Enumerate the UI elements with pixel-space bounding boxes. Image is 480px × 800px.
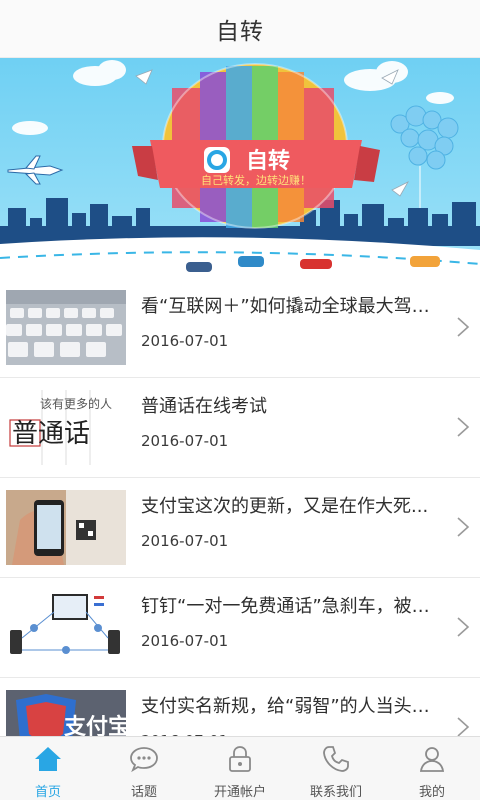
tab-home[interactable]: 首页 xyxy=(0,737,96,800)
tab-label: 联系我们 xyxy=(309,785,362,800)
thumbnail-overlay-text: 该有更多的人 xyxy=(40,396,112,411)
phone-icon xyxy=(320,743,352,775)
tab-label: 首页 xyxy=(34,785,61,800)
news-thumbnail-putonghua: 该有更多的人 普通话 xyxy=(6,390,126,465)
tab-label: 我的 xyxy=(418,785,445,800)
bottom-tab-bar: 首页 话题 开通帐户 联系我们 我的 xyxy=(0,736,480,800)
news-thumbnail-cars xyxy=(6,290,126,365)
page-title: 自转 xyxy=(216,18,264,45)
banner-slogan: 自己转发，边转边赚！ xyxy=(201,173,311,187)
tab-contact-us[interactable]: 联系我们 xyxy=(288,737,384,800)
news-date: 2016-07-01 xyxy=(141,432,229,450)
chevron-right-icon xyxy=(457,417,470,437)
news-title: 看“互联网＋”如何撬动全球最大驾考... xyxy=(141,296,446,317)
tab-mine[interactable]: 我的 xyxy=(384,737,480,800)
lock-icon xyxy=(224,743,256,775)
news-item[interactable]: 支付宝 支付实名新规，给“弱智”的人当头一... 2016-07-01 xyxy=(0,678,480,736)
news-list: 看“互联网＋”如何撬动全球最大驾考... 2016-07-01 该有更多的人 普… xyxy=(0,278,480,736)
tab-label: 开通帐户 xyxy=(213,785,266,800)
thumbnail-main-text: 普通话 xyxy=(12,419,90,449)
chat-bubble-icon xyxy=(128,743,160,775)
banner-brand-name: 自转 xyxy=(246,148,290,173)
home-icon xyxy=(32,743,64,775)
news-title: 支付实名新规，给“弱智”的人当头一... xyxy=(141,696,446,717)
top-bar: 自转 xyxy=(0,0,480,58)
chevron-right-icon xyxy=(457,717,470,736)
news-title: 普通话在线考试 xyxy=(141,396,267,417)
chevron-right-icon xyxy=(457,617,470,637)
news-thumbnail-phone xyxy=(6,490,126,565)
news-item[interactable]: 该有更多的人 普通话 普通话在线考试 2016-07-01 xyxy=(0,378,480,478)
news-item[interactable]: 看“互联网＋”如何撬动全球最大驾考... 2016-07-01 xyxy=(0,278,480,378)
chevron-right-icon xyxy=(457,317,470,337)
tab-label: 话题 xyxy=(130,785,157,800)
tab-open-account[interactable]: 开通帐户 xyxy=(192,737,288,800)
tab-topics[interactable]: 话题 xyxy=(96,737,192,800)
news-title: 支付宝这次的更新，又是在作大死... xyxy=(141,496,429,517)
promo-banner[interactable]: 自转 自己转发，边转边赚！ xyxy=(0,58,480,278)
app-screen: 自转 自转 自己转发，边转边赚！ 看“互联网＋”如何撬动全球最大驾考... 20… xyxy=(0,0,480,800)
news-item[interactable]: 钉钉“一对一免费通话”急刹车，被指... 2016-07-01 xyxy=(0,578,480,678)
news-date: 2016-07-01 xyxy=(141,632,229,650)
news-title: 钉钉“一对一免费通话”急刹车，被指... xyxy=(141,596,446,617)
chevron-right-icon xyxy=(457,517,470,537)
news-item[interactable]: 支付宝这次的更新，又是在作大死... 2016-07-01 xyxy=(0,478,480,578)
news-date: 2016-07-01 xyxy=(141,532,229,550)
news-thumbnail-alipay: 支付宝 xyxy=(6,690,126,736)
user-icon xyxy=(416,743,448,775)
news-date: 2016-07-01 xyxy=(141,332,229,350)
thumbnail-brand-text: 支付宝 xyxy=(64,714,126,736)
news-thumbnail-call-diagram xyxy=(6,590,126,665)
banner-illustration: 自转 自己转发，边转边赚！ xyxy=(0,58,480,278)
